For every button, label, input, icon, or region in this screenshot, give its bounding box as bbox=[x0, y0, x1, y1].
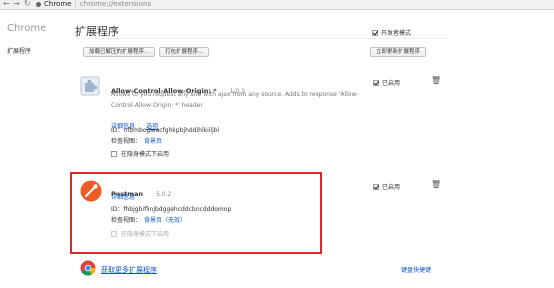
incognito-toggle: 在隐身模式下启用 bbox=[111, 229, 169, 238]
trash-icon[interactable]: 🗑 bbox=[431, 181, 441, 189]
enabled-label: 已启用 bbox=[382, 184, 401, 191]
sidebar-item-extensions[interactable]: 扩展程序 bbox=[7, 46, 31, 55]
postman-logo-icon bbox=[80, 180, 102, 202]
description-line-2: Control-Allow-Origin: *' header bbox=[111, 102, 203, 109]
puzzle-icon bbox=[80, 76, 100, 96]
sidebar-title: Chrome bbox=[7, 23, 47, 34]
inspect-views: 检查视图： 背景页 bbox=[111, 136, 162, 145]
back-icon[interactable]: ← bbox=[3, 0, 10, 8]
address-bar[interactable]: Chrome | chrome://extensions bbox=[44, 0, 151, 9]
page-info-icon[interactable] bbox=[36, 2, 41, 7]
inspect-views: 检查视图： 背景页（无效） bbox=[111, 215, 186, 224]
enabled-toggle[interactable]: 已启用 bbox=[373, 78, 400, 87]
extension-id: ID：nfbmbojpeacfghkpbjhddihlkiiljbi bbox=[111, 127, 220, 134]
background-page-link[interactable]: 背景页（无效） bbox=[144, 217, 186, 224]
enabled-toggle[interactable]: 已启用 bbox=[373, 182, 400, 191]
pack-extension-button[interactable]: 打包扩展程序... bbox=[159, 47, 210, 57]
incognito-checkbox[interactable] bbox=[111, 150, 117, 157]
enabled-checkbox[interactable] bbox=[373, 79, 379, 86]
address-path: chrome://extensions bbox=[79, 0, 152, 8]
incognito-label: 在隐身模式下启用 bbox=[121, 151, 170, 158]
inspect-label: 检查视图： bbox=[111, 138, 142, 145]
forward-icon[interactable]: → bbox=[13, 0, 20, 8]
enabled-label: 已启用 bbox=[382, 80, 401, 87]
developer-mode-checkbox[interactable] bbox=[372, 29, 378, 36]
developer-mode-label: 开发者模式 bbox=[381, 30, 412, 37]
inspect-label: 检查视图： bbox=[111, 217, 142, 224]
extension-id: ID：fhbjgbiflinjbdggehcddcbncdddomop bbox=[111, 206, 232, 213]
incognito-toggle[interactable]: 在隐身模式下启用 bbox=[111, 149, 169, 158]
highlight-box bbox=[70, 172, 322, 254]
incognito-label: 在隐身模式下启用 bbox=[121, 231, 170, 238]
incognito-checkbox bbox=[111, 230, 117, 237]
enabled-checkbox[interactable] bbox=[373, 183, 379, 190]
keyboard-shortcuts-link[interactable]: 键盘快捷键 bbox=[401, 265, 431, 274]
extension-version: 5.0.2 bbox=[156, 191, 172, 198]
background-page-link[interactable]: 背景页 bbox=[144, 138, 162, 145]
page-title: 扩展程序 bbox=[75, 25, 119, 38]
reload-icon[interactable]: ↻ bbox=[24, 0, 31, 8]
load-unpacked-button[interactable]: 加载已解压的扩展程序... bbox=[83, 47, 156, 57]
header-divider bbox=[75, 38, 447, 39]
details-link[interactable]: 详细信息 bbox=[111, 192, 135, 201]
chrome-web-store-icon[interactable] bbox=[80, 260, 96, 276]
get-more-extensions-link[interactable]: 获取更多扩展程序 bbox=[101, 265, 157, 275]
address-host: Chrome bbox=[44, 0, 72, 8]
extension-description: Allows to you request any site with ajax… bbox=[111, 89, 396, 111]
update-extensions-button[interactable]: 立即更新扩展程序 bbox=[370, 47, 427, 57]
description-line-1: Allows to you request any site with ajax… bbox=[111, 91, 359, 98]
developer-mode-toggle[interactable]: 开发者模式 bbox=[372, 28, 411, 37]
trash-icon[interactable]: 🗑 bbox=[431, 77, 441, 85]
